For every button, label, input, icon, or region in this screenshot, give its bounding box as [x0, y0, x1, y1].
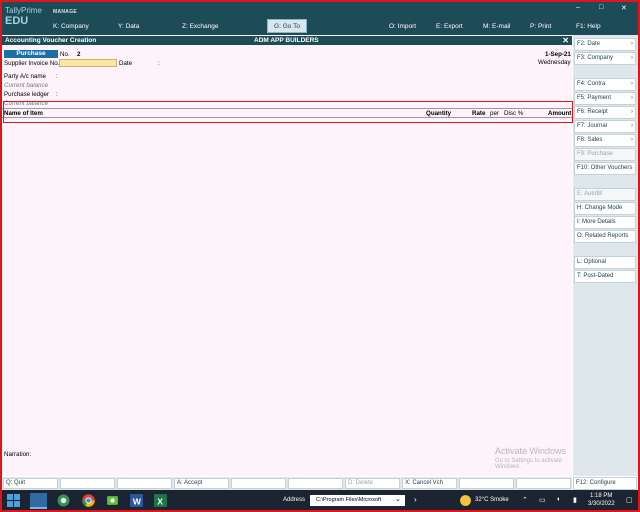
activate-windows-title: Activate Windows [495, 446, 567, 456]
supplier-invoice-input[interactable] [59, 59, 117, 67]
voucher-no-value: 2 [77, 51, 81, 58]
sidebar-f10-other-vouchers[interactable]: F10: Other Vouchers [574, 162, 636, 175]
voucher-title: Accounting Voucher Creation [5, 37, 97, 44]
weather-icon[interactable] [459, 494, 472, 507]
svg-text:X: X [157, 496, 163, 506]
tray-chevron-icon[interactable]: ⌃ [522, 496, 528, 504]
invoice-date-label: Date [119, 60, 133, 67]
greenshot-icon[interactable] [106, 494, 119, 507]
voucher-day: Wednesday [538, 59, 571, 66]
menu-import[interactable]: O: Import [389, 23, 416, 30]
excel-icon[interactable]: X [154, 494, 167, 507]
sidebar-f7-journal[interactable]: F7: Journal › [574, 120, 636, 133]
menu-exchange[interactable]: Z: Exchange [182, 23, 219, 30]
fbar-slot-6 [288, 478, 343, 489]
supplier-invoice-label: Supplier Invoice No.: [4, 60, 62, 67]
address-label: Address [283, 497, 306, 503]
fbar-slot-9 [459, 478, 514, 489]
close-window-icon[interactable]: ✕ [621, 4, 627, 12]
fbar-slot-3 [117, 478, 172, 489]
delete-button[interactable]: D: Delete [345, 478, 400, 489]
company-name: ADM APP BUILDERS [254, 37, 319, 44]
sidebar-f8-sales[interactable]: F8: Sales › [574, 134, 636, 147]
address-input[interactable]: C:\Program Files\Microsoft [310, 495, 405, 506]
narration-label[interactable]: Narration: [4, 451, 31, 458]
svg-text:W: W [133, 496, 142, 506]
windows-taskbar: W X Address C:\Program Files\Microsoft ⌄… [0, 490, 640, 512]
highlight-box [3, 101, 573, 123]
sidebar-f6-receipt[interactable]: F6: Receipt › [574, 106, 636, 119]
voucher-type[interactable]: Purchase [4, 50, 58, 58]
goto-button[interactable]: G: Go To [267, 19, 307, 33]
word-icon[interactable]: W [130, 494, 143, 507]
network-icon[interactable]: ▭ [539, 496, 546, 504]
notification-icon[interactable]: ▢ [626, 496, 633, 504]
weather-text[interactable]: 32°C Smoke [475, 497, 509, 503]
menu-email[interactable]: M: E-mail [483, 23, 510, 30]
brand-name: TallyPrime [5, 6, 42, 15]
purchase-ledger-label: Purchase ledger [4, 91, 50, 98]
sidebar-f3-company[interactable]: F3: Company › [574, 52, 636, 65]
battery-icon[interactable]: ▮ [573, 496, 577, 504]
activate-windows-subtitle: Go to Settings to activate Windows. [495, 458, 563, 470]
brand: TallyPrime EDU [5, 7, 42, 27]
right-button-bar: F2: Date › F3: Company › F4: Contra › F5: P… [573, 35, 638, 476]
chrome-icon[interactable] [82, 494, 95, 507]
file-explorer-icon[interactable] [30, 493, 47, 509]
party-current-balance: Current balance [4, 82, 49, 89]
top-menu-bar: TallyPrime EDU MANAGE K: Company Y: Data… [0, 0, 640, 35]
sidebar-change-mode[interactable]: H: Change Mode [574, 202, 636, 215]
clock-date[interactable]: 3/30/2022 [588, 501, 615, 507]
voucher-no-label: No. [60, 51, 70, 58]
windows-start-icon[interactable] [7, 494, 20, 507]
bottom-function-bar: Q: Quit A: Accept D: Delete X: Cancel Vc… [2, 477, 572, 490]
close-voucher-icon[interactable]: ✕ [562, 36, 569, 45]
sidebar-optional[interactable]: L: Optional [574, 256, 636, 269]
invoice-date-sep: : [158, 60, 160, 67]
sidebar-f5-payment[interactable]: F5: Payment › [574, 92, 636, 105]
menu-data[interactable]: Y: Data [118, 23, 139, 30]
maximize-icon[interactable]: □ [599, 4, 603, 11]
menu-export[interactable]: E: Export [436, 23, 463, 30]
party-sep[interactable]: : [56, 73, 58, 80]
address-dropdown-icon[interactable]: ⌄ [395, 495, 401, 503]
sidebar-more-details[interactable]: I: More Details [574, 216, 636, 229]
fbar-slot-5 [231, 478, 286, 489]
sidebar-related-reports[interactable]: O: Related Reports [574, 230, 636, 243]
sidebar-post-dated[interactable]: T: Post-Dated [574, 270, 636, 283]
menu-print[interactable]: P: Print [530, 23, 551, 30]
sidebar-f2-date[interactable]: F2: Date › [574, 38, 636, 51]
sidebar-autofill[interactable]: E: Autofill [574, 188, 636, 201]
fbar-slot-10 [516, 478, 571, 489]
party-label: Party A/c name [4, 73, 46, 80]
accept-button[interactable]: A: Accept [174, 478, 229, 489]
purchase-ledger-sep[interactable]: : [56, 91, 58, 98]
voucher-date[interactable]: 1-Sep-21 [545, 51, 571, 58]
sidebar-f4-contra[interactable]: F4: Contra › [574, 78, 636, 91]
address-go-icon[interactable]: › [414, 495, 417, 504]
f12-configure-button[interactable]: F12: Configure [573, 477, 637, 490]
sidebar-f9-purchase[interactable]: F9: Purchase [574, 148, 636, 161]
minimize-icon[interactable]: – [576, 4, 580, 11]
brand-edition: EDU [5, 15, 29, 27]
menu-help[interactable]: F1: Help [576, 23, 601, 30]
menu-company[interactable]: K: Company [53, 23, 89, 30]
manage-label: MANAGE [53, 9, 78, 15]
voucher-body: Purchase No. 2 1-Sep-21 Wednesday Suppli… [2, 45, 573, 476]
volume-icon[interactable]: ◖ [556, 496, 560, 503]
cancel-voucher-button[interactable]: X: Cancel Vch [402, 478, 457, 489]
tally-app-icon[interactable] [57, 494, 70, 507]
quit-button[interactable]: Q: Quit [3, 478, 58, 489]
clock-time[interactable]: 1:18 PM [590, 493, 612, 499]
fbar-slot-2 [60, 478, 115, 489]
voucher-header: Accounting Voucher Creation ADM APP BUIL… [2, 36, 572, 45]
